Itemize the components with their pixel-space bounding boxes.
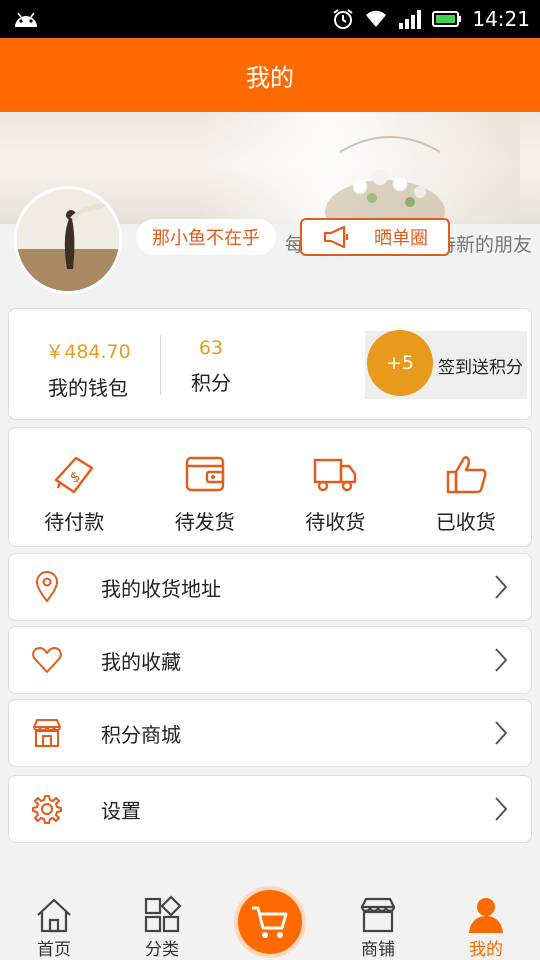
android-icon bbox=[15, 12, 37, 27]
wifi-icon bbox=[366, 10, 387, 28]
clock-time: 14:21 bbox=[472, 7, 530, 31]
avatar-photo bbox=[17, 189, 119, 291]
wallet-icon bbox=[185, 456, 224, 492]
money-tag-icon: $ bbox=[55, 456, 94, 494]
tab-label: 分类 bbox=[145, 940, 179, 960]
person-icon bbox=[469, 898, 503, 933]
order-pending-receipt[interactable]: 待收货 bbox=[270, 428, 401, 546]
wallet-balance: ￥484.70 bbox=[45, 341, 131, 363]
wallet-stat[interactable]: ￥484.70 我的钱包 bbox=[29, 337, 147, 401]
menu-item-points-mall[interactable]: 积分商城 bbox=[8, 699, 532, 767]
menu-item-label: 设置 bbox=[101, 798, 141, 823]
thumbs-up-icon bbox=[446, 456, 487, 494]
order-received[interactable]: 已收货 bbox=[401, 428, 532, 546]
order-pending-shipment[interactable]: 待发货 bbox=[140, 428, 271, 546]
points-stat[interactable]: 63 积分 bbox=[179, 337, 243, 396]
alarm-icon bbox=[333, 9, 353, 29]
menu-item-address[interactable]: 我的收货地址 bbox=[8, 553, 532, 621]
nickname-label: 那小鱼不在乎 bbox=[136, 219, 276, 255]
location-pin-icon bbox=[35, 571, 59, 603]
order-label: 待付款 bbox=[44, 510, 105, 534]
points-value: 63 bbox=[198, 337, 224, 359]
tab-label: 首页 bbox=[37, 940, 71, 960]
menu-item-label: 我的收藏 bbox=[101, 649, 181, 674]
share-circle-label: 晒单圈 bbox=[374, 228, 428, 249]
orders-card: $ 待付款 待发货 待收货 已收货 bbox=[8, 427, 532, 547]
menu-item-settings[interactable]: 设置 bbox=[8, 775, 532, 843]
order-label: 待收货 bbox=[305, 510, 366, 534]
tab-shop[interactable]: 商铺 bbox=[324, 895, 432, 960]
battery-icon bbox=[432, 11, 462, 27]
heart-icon bbox=[32, 647, 62, 673]
shop-icon bbox=[360, 897, 396, 933]
tab-category[interactable]: 分类 bbox=[108, 895, 216, 960]
order-pending-payment[interactable]: $ 待付款 bbox=[9, 428, 140, 546]
chevron-right-icon bbox=[495, 721, 508, 745]
menu-item-label: 积分商城 bbox=[101, 722, 181, 747]
cart-icon bbox=[252, 906, 288, 938]
tab-label: 商铺 bbox=[361, 940, 395, 960]
order-label: 已收货 bbox=[435, 510, 496, 534]
home-icon bbox=[37, 898, 71, 933]
order-label: 待发货 bbox=[174, 510, 235, 534]
chevron-right-icon bbox=[495, 575, 508, 599]
store-icon bbox=[33, 719, 61, 747]
category-icon bbox=[144, 895, 182, 933]
status-bar: 14:21 bbox=[0, 0, 540, 38]
tab-me[interactable]: 我的 bbox=[432, 895, 540, 960]
truck-icon bbox=[314, 458, 357, 492]
tab-label: 我的 bbox=[469, 940, 503, 960]
points-label: 积分 bbox=[191, 371, 231, 395]
avatar[interactable] bbox=[14, 186, 122, 294]
checkin-label: 签到送积分 bbox=[438, 357, 523, 378]
cart-button[interactable] bbox=[234, 886, 306, 958]
checkin-badge[interactable]: +5 bbox=[367, 330, 433, 396]
megaphone-icon bbox=[323, 225, 349, 249]
page-header: 我的 bbox=[0, 38, 540, 112]
menu-item-favorites[interactable]: 我的收藏 bbox=[8, 626, 532, 694]
page-title: 我的 bbox=[246, 63, 294, 92]
gear-icon bbox=[32, 795, 62, 824]
wallet-card: ￥484.70 我的钱包 63 积分 签到送积分 +5 bbox=[8, 308, 532, 420]
signal-icon bbox=[399, 10, 422, 29]
wallet-label: 我的钱包 bbox=[48, 376, 128, 400]
menu-item-label: 我的收货地址 bbox=[101, 576, 221, 601]
tab-home[interactable]: 首页 bbox=[0, 895, 108, 960]
wallet-divider bbox=[160, 335, 161, 395]
chevron-right-icon bbox=[495, 797, 508, 821]
share-circle-button[interactable]: 晒单圈 bbox=[300, 218, 450, 256]
chevron-right-icon bbox=[495, 648, 508, 672]
